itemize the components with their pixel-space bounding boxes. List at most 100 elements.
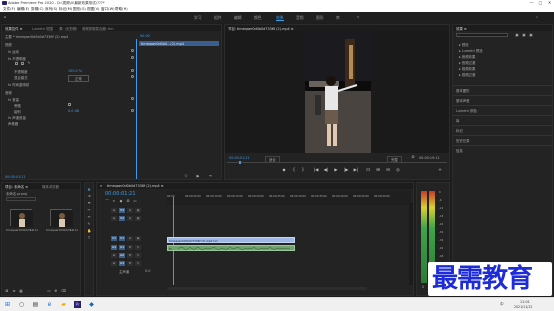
yuv-effects-icon[interactable]: ▣ [529,33,533,37]
menu-sequence[interactable]: 序列(S) [45,7,57,12]
effect-channel-volume[interactable]: fx 声道音量 [8,115,26,120]
effect-motion[interactable]: fx 运动 [8,49,19,54]
workspace-tab-graphics[interactable]: 图形 [316,15,324,21]
close-sequence-icon[interactable]: × [99,184,103,188]
go-to-out-button[interactable]: ▶| [353,167,359,172]
add-marker-button[interactable]: ◆ [281,167,287,172]
premiere-taskbar-icon[interactable]: Pr [74,301,81,308]
level-keyframe-icon[interactable] [131,109,134,112]
workspace-tab-color[interactable]: 颜色 [254,15,262,21]
menu-edit[interactable]: 编辑(E) [17,7,29,12]
solo-left-button[interactable]: S [422,285,424,289]
menu-help[interactable]: 帮助(H) [115,7,128,12]
effect-volume[interactable]: fx 音量 [8,97,19,102]
time-ruler[interactable] [167,191,411,205]
menu-marker[interactable]: 标记(M) [59,7,72,12]
play-button[interactable]: ▶ [333,167,339,172]
track-label[interactable]: A3 [119,261,125,266]
menu-window[interactable]: 窗口(W) [101,7,115,12]
timeline-vertical-scrollbar[interactable] [409,203,413,285]
tab-project[interactable]: 项目: 未命名 ≡ [5,184,28,189]
track-target-toggle[interactable]: ⊟ [111,216,117,221]
windows-start-icon[interactable]: ⊞ [4,301,11,308]
panel-history[interactable]: 历史记录 [456,138,470,143]
reset-volume-icon[interactable] [131,97,134,100]
sync-lock-icon[interactable]: ⊡ [127,216,133,221]
program-playhead[interactable] [239,161,241,164]
track-target-toggle[interactable]: A1 [111,245,117,250]
mute-button[interactable]: M [127,245,133,250]
level-value[interactable]: 0.0 dB [68,109,79,113]
bypass-checkbox[interactable] [68,103,71,106]
ripple-edit-tool-icon[interactable]: ⇹ [87,201,91,205]
new-item-icon[interactable]: ⊕ [54,289,58,293]
program-scrub-bar[interactable] [227,162,447,163]
lift-button[interactable]: ⊡ [365,167,371,172]
more-workspaces-icon[interactable]: » [356,15,360,19]
linked-selection-icon[interactable]: ∞ [112,199,116,203]
timeline-settings-icon[interactable]: ⚙ [126,199,130,203]
export-frame-icon[interactable]: ⇥ [208,174,212,178]
sync-lock-icon[interactable]: ⊡ [127,236,133,241]
workspace-tab-assembly[interactable]: 组件 [214,15,222,21]
captions-icon[interactable]: ▭ [133,199,137,203]
effects-item-presets[interactable]: ▸ 预设 [459,42,469,47]
toggle-output-icon[interactable]: ◉ [135,236,141,241]
panel-info[interactable]: 信息 [456,148,463,153]
effects-item-audio-effects[interactable]: ▸ 音频效果 [459,54,475,59]
panel-markers[interactable]: 标记 [456,128,463,133]
timeline-timecode[interactable]: 00:00:01:21 [105,191,136,197]
program-timecode[interactable]: 00:00:01:21 [229,156,250,160]
pen-tool-icon[interactable]: ✎ [87,222,91,226]
menu-graphics[interactable]: 图形(G) [73,7,86,12]
effect-opacity[interactable]: fx 不透明度 [8,56,26,61]
effects-panel-title[interactable]: 效果 ≡ [456,26,467,31]
workspace-tab-learn[interactable]: 学习 [194,15,202,21]
panel-essential-graphics[interactable]: 基本图形 [456,88,470,93]
wrench-settings-icon[interactable]: ⚙ [411,155,415,159]
toggle-output-icon[interactable]: ◉ [135,216,141,221]
new-bin-icon[interactable]: ▭ [47,289,51,293]
clip-bar[interactable]: timeqaer0d0b0...(2).mp4 [139,41,219,46]
mark-out-button[interactable]: } [300,167,306,172]
project-item-thumbnail[interactable] [10,209,33,227]
comparison-view-button[interactable]: ◎ [395,167,401,172]
edge-browser-icon[interactable]: e [46,301,53,308]
track-label[interactable]: A1 [119,245,125,250]
pen-mask-icon[interactable]: ✎ [27,61,31,65]
audio-clip[interactable]: fx [167,245,295,251]
tab-effect-controls[interactable]: 效果控件 ≡ [5,26,22,31]
effects-search-input[interactable]: ⌕ [456,33,508,38]
reset-blend-icon[interactable] [131,75,134,78]
mark-in-button[interactable]: { [291,167,297,172]
razor-tool-icon[interactable]: ✂ [87,208,91,212]
search-icon[interactable]: ⌕ [535,15,539,19]
effect-controls-timecode[interactable]: 00:00:01:21 [5,175,26,179]
timeline-sequence-tab[interactable]: timeqaer0d0b0d7336f (2).mp4 ≡ [107,184,164,188]
opacity-value[interactable]: 100.0 % [68,69,82,73]
track-target-toggle[interactable]: ⊟ [111,253,117,258]
effect-controls-playhead[interactable] [136,39,137,179]
menu-file[interactable]: 文件(F) [3,7,15,12]
type-tool-icon[interactable]: T [87,236,91,240]
opacity-keyframe-icon[interactable] [131,69,134,72]
track-target-toggle[interactable]: ⊟ [111,261,117,266]
panel-essential-sound[interactable]: 基本声音 [456,98,470,103]
ellipse-mask-icon[interactable] [15,62,18,65]
lock-icon[interactable]: ⊠ [5,289,9,293]
solo-button[interactable]: S [135,261,141,266]
export-frame-button[interactable]: ⊟ [385,167,391,172]
tab-source[interactable]: 源: (无剪辑) [59,26,77,31]
snap-icon[interactable]: ⌒ [105,199,109,203]
extract-button[interactable]: ⊞ [375,167,381,172]
menu-view[interactable]: 视图(V) [87,7,99,12]
selection-tool-icon[interactable]: ▲ [87,187,91,191]
effects-item-audio-transitions[interactable]: ▸ 音频过渡 [459,60,475,65]
hand-tool-icon[interactable]: ✋ [87,229,91,233]
tab-audio-clip-mixer[interactable]: 音频剪辑混合器: tim [82,26,114,31]
32bit-effects-icon[interactable]: ▣ [522,33,526,37]
solo-button[interactable]: S [135,245,141,250]
home-icon[interactable]: ⌂ [3,15,7,19]
step-back-button[interactable]: ◀| [323,167,329,172]
workspace-tab-editing[interactable]: 编辑 [234,15,242,21]
